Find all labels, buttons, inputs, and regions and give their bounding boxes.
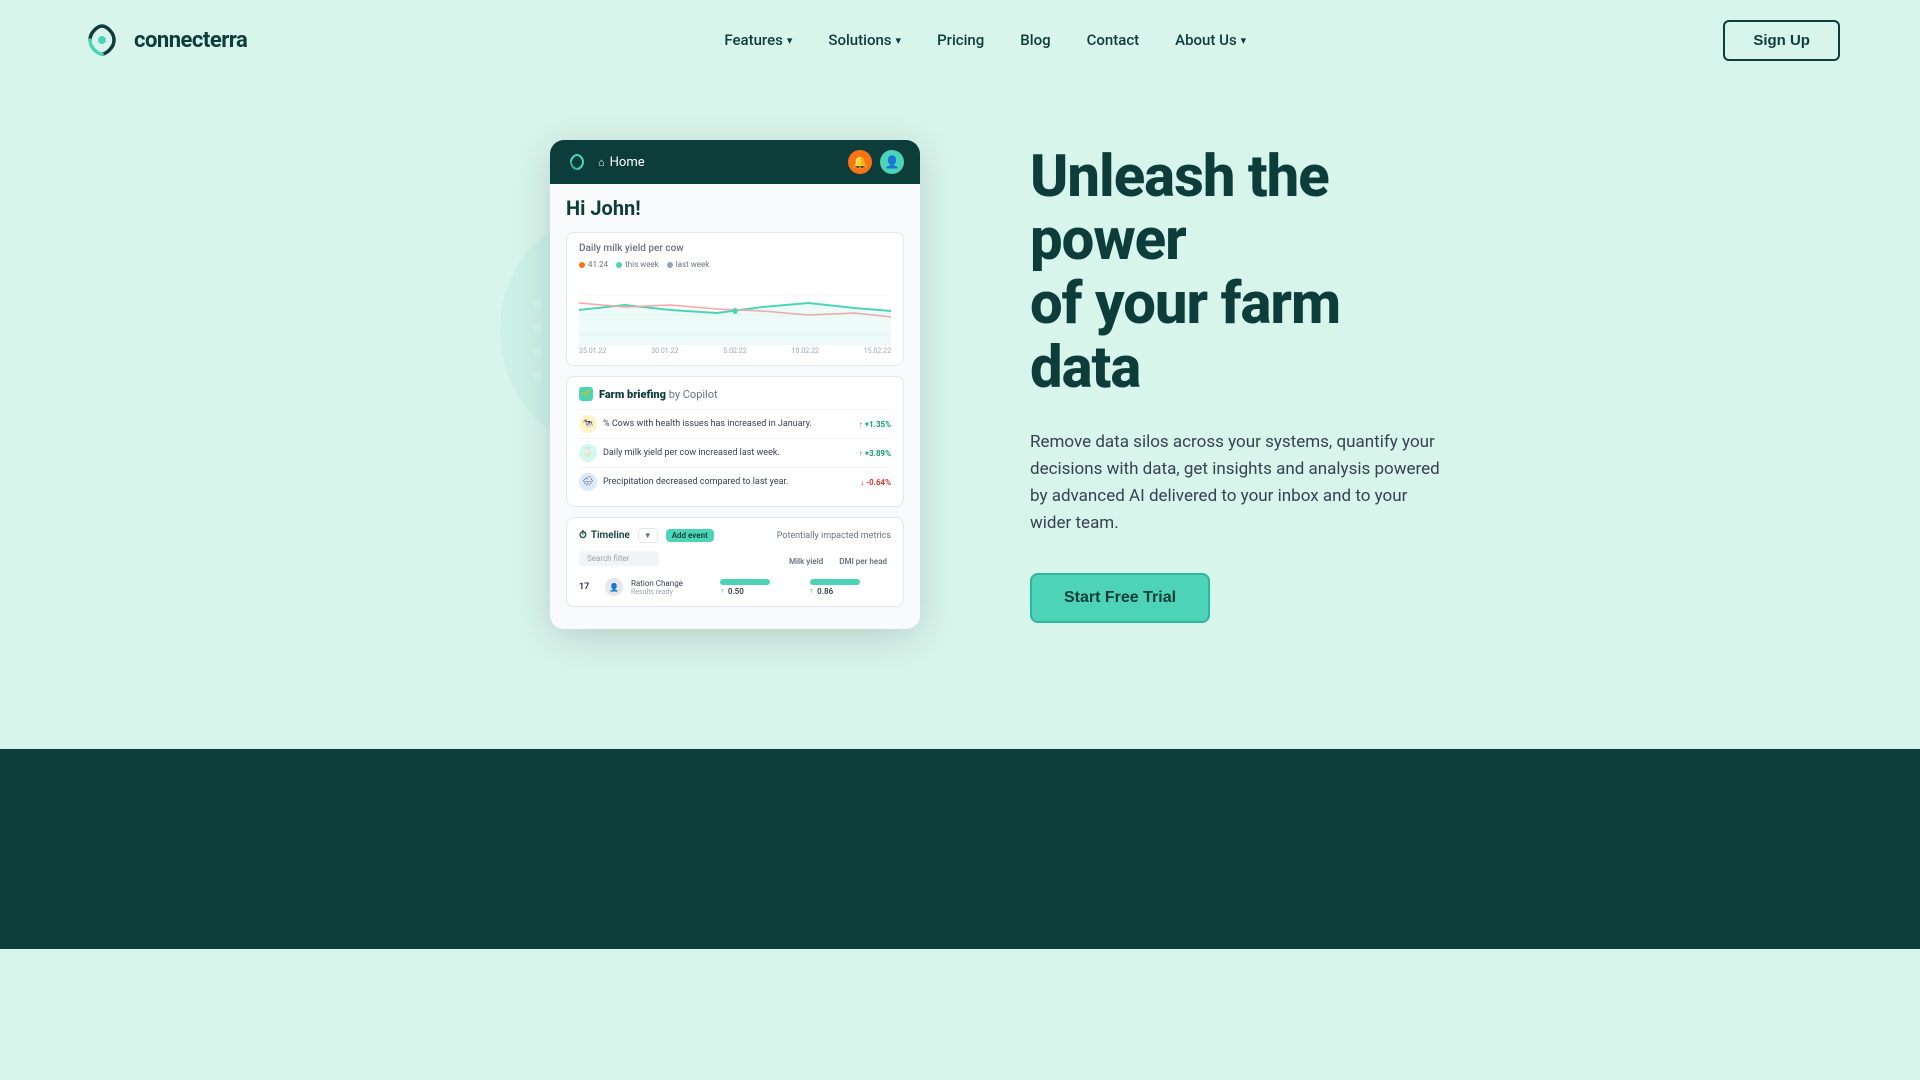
- briefing-icon: 🌱: [579, 387, 593, 401]
- clock-icon: ⏱: [579, 530, 587, 541]
- search-bar[interactable]: Search filter: [579, 551, 659, 566]
- chart-widget: Daily milk yield per cow 41.24 this week: [566, 232, 904, 366]
- milk-yield-metric: ↑ 0.50: [720, 579, 801, 596]
- sidebar-dot[interactable]: [532, 348, 542, 358]
- chevron-icon: ▾: [787, 34, 793, 47]
- briefing-item: 🐄 % Cows with health issues has increase…: [579, 409, 891, 438]
- legend-dot: [616, 262, 622, 268]
- col-milk-yield: Milk yield: [789, 557, 823, 566]
- chevron-icon: ▾: [1241, 34, 1247, 47]
- add-event-button[interactable]: Add event: [666, 529, 714, 542]
- legend-dot: [667, 262, 673, 268]
- briefing-milk-icon: 🥛: [579, 444, 597, 462]
- navbar: connecterra Features ▾ Solutions ▾ Prici…: [0, 0, 1920, 80]
- signup-button[interactable]: Sign Up: [1723, 20, 1840, 61]
- briefing-rain-icon: 🌧: [579, 473, 597, 491]
- chart-title: Daily milk yield per cow: [579, 243, 891, 254]
- legend-item: this week: [616, 260, 659, 269]
- potentially-label: Potentially impacted metrics: [777, 531, 891, 541]
- timeline-event-sub: Results ready: [631, 588, 712, 596]
- dash-logo-icon: [566, 151, 588, 173]
- sidebar-dots: [532, 300, 542, 382]
- sidebar-dot[interactable]: [532, 372, 542, 382]
- dashboard-mockup: ⌂ Home 🔔 👤 Hi John! Daily milk yield per…: [550, 140, 930, 629]
- briefing-header: 🌱 Farm briefing by Copilot: [579, 387, 891, 401]
- notification-icon[interactable]: 🔔: [848, 150, 872, 174]
- briefing-badge-1: ↑ +1.35%: [859, 420, 891, 429]
- chart-area: [579, 275, 891, 345]
- timeline-date: 17: [579, 582, 597, 592]
- nav-links: Features ▾ Solutions ▾ Pricing Blog Cont…: [724, 31, 1246, 49]
- dashboard-header: ⌂ Home 🔔 👤: [550, 140, 920, 184]
- timeline-event-icon: 👤: [605, 578, 623, 596]
- timeline-filter[interactable]: ▼: [638, 528, 658, 543]
- hero-headline: Unleash the power of your farm data: [1030, 146, 1450, 401]
- timeline-event-text: Ration Change: [631, 579, 712, 588]
- cta-button[interactable]: Start Free Trial: [1030, 573, 1210, 623]
- logo-text: connecterra: [134, 28, 247, 53]
- dash-header-icons: 🔔 👤: [848, 150, 904, 174]
- hero-subtext: Remove data silos across your systems, q…: [1030, 429, 1450, 538]
- sidebar-dot[interactable]: [532, 300, 542, 310]
- dash-home-label: ⌂ Home: [598, 155, 645, 170]
- hero-section: ⌂ Home 🔔 👤 Hi John! Daily milk yield per…: [0, 80, 1920, 689]
- chart-x-labels: 25.01.22 30.01.22 5.02.22 10.02.22 15.02…: [579, 347, 891, 355]
- logo[interactable]: connecterra: [80, 18, 247, 62]
- nav-solutions[interactable]: Solutions ▾: [828, 31, 901, 49]
- briefing-item: 🥛 Daily milk yield per cow increased las…: [579, 438, 891, 467]
- dmi-metric: ↑ 0.86: [810, 579, 891, 596]
- timeline-widget: ⏱ Timeline ▼ Add event Potentially impac…: [566, 517, 904, 607]
- dashboard-card: ⌂ Home 🔔 👤 Hi John! Daily milk yield per…: [550, 140, 920, 629]
- metric-up-icon: ↑: [720, 587, 724, 595]
- dashboard-greeting: Hi John!: [566, 196, 904, 220]
- dmi-value: 0.86: [817, 587, 833, 596]
- nav-features[interactable]: Features ▾: [724, 31, 792, 49]
- dmi-bar: [810, 579, 860, 585]
- milk-yield-bar: [720, 579, 770, 585]
- home-icon: ⌂: [598, 156, 605, 169]
- dashboard-body: Hi John! Daily milk yield per cow 41.24 …: [550, 184, 920, 629]
- legend-item: 41.24: [579, 260, 608, 269]
- briefing-widget: 🌱 Farm briefing by Copilot 🐄 % Cows with…: [566, 376, 904, 507]
- timeline-row: 17 👤 Ration Change Results ready: [579, 578, 891, 596]
- logo-icon: [80, 18, 124, 62]
- nav-blog[interactable]: Blog: [1020, 31, 1050, 49]
- footer-dark: [0, 749, 1920, 949]
- chart-svg: [579, 275, 891, 345]
- nav-about[interactable]: About Us ▾: [1175, 31, 1246, 49]
- briefing-cow-icon: 🐄: [579, 415, 597, 433]
- timeline-header: ⏱ Timeline ▼ Add event Potentially impac…: [579, 528, 891, 543]
- briefing-item: 🌧 Precipitation decreased compared to la…: [579, 467, 891, 496]
- legend-item: last week: [667, 260, 710, 269]
- chevron-icon: ▾: [896, 34, 902, 47]
- chart-legend: 41.24 this week last week: [579, 260, 891, 269]
- timeline-label: ⏱ Timeline: [579, 530, 630, 541]
- briefing-badge-3: ↓ -0.64%: [860, 478, 891, 487]
- hero-text: Unleash the power of your farm data Remo…: [1030, 146, 1450, 624]
- briefing-badge-2: ↑ +3.89%: [859, 449, 891, 458]
- milk-yield-value: 0.50: [728, 587, 744, 596]
- user-icon[interactable]: 👤: [880, 150, 904, 174]
- nav-pricing[interactable]: Pricing: [937, 31, 984, 49]
- nav-contact[interactable]: Contact: [1087, 31, 1140, 49]
- col-dmi: DMI per head: [839, 557, 887, 566]
- metric-up-icon: ↑: [810, 587, 814, 595]
- timeline-search-row: Search filter Milk yield DMI per head: [579, 551, 891, 572]
- legend-dot: [579, 262, 585, 268]
- sidebar-dot[interactable]: [532, 324, 542, 334]
